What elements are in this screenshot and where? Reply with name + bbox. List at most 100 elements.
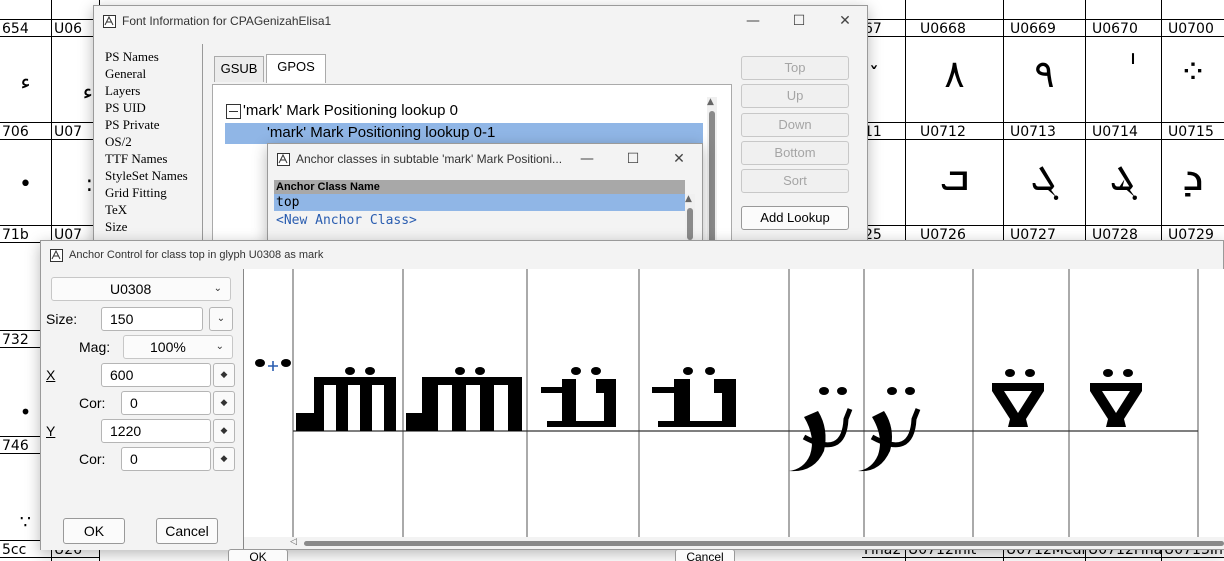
up-button[interactable]: Up (741, 84, 849, 108)
sort-button[interactable]: Sort (741, 169, 849, 193)
glyph-cell[interactable]: : (52, 172, 99, 197)
glyph-cell[interactable]: ܔ (1086, 150, 1161, 201)
minimize-button[interactable]: — (564, 144, 610, 174)
category-item[interactable]: Size (105, 218, 205, 235)
scroll-thumb[interactable] (687, 208, 693, 240)
close-button[interactable]: ✕ (822, 6, 868, 36)
tab-gpos[interactable]: GPOS (266, 54, 326, 83)
bottom-button[interactable]: Bottom (741, 141, 849, 165)
glyph-preview-shin (296, 367, 522, 431)
title-bar[interactable]: Anchor Control for class top in glyph U0… (41, 241, 1223, 269)
glyph-cell[interactable]: ܓ (1004, 150, 1085, 201)
glyph-label: U0714 (1086, 122, 1161, 140)
size-dropdown-button[interactable]: ⌄ (209, 307, 233, 331)
new-anchor-class-row[interactable]: <New Anchor Class> (274, 212, 685, 229)
app-icon (102, 14, 116, 28)
mag-select-value: 100% (150, 339, 186, 355)
size-label: Size: (46, 311, 78, 327)
column-header: Anchor Class Name (274, 180, 685, 194)
glyph-cell[interactable]: ܒ (906, 150, 1003, 201)
x-cor-stepper[interactable]: ◆ (213, 391, 235, 415)
subtable-row[interactable]: 'mark' Mark Positioning lookup 0-1 (225, 123, 703, 144)
category-item[interactable]: Layers (105, 82, 205, 99)
close-button[interactable]: ✕ (656, 144, 702, 174)
collapse-toggle-icon[interactable] (226, 104, 241, 119)
category-list: PS Names General Layers PS UID PS Privat… (105, 48, 205, 235)
cancel-button[interactable]: Cancel (156, 518, 218, 544)
category-item[interactable]: PS UID (105, 99, 205, 116)
x-cor-input[interactable]: 0 (121, 391, 211, 415)
scroll-thumb[interactable] (709, 111, 715, 247)
category-item[interactable]: PS Private (105, 116, 205, 133)
glyph-cell[interactable]: ٨ (906, 52, 1003, 96)
window-title: Font Information for CPAGenizahElisa1 (122, 14, 332, 28)
lookup-row[interactable]: 'mark' Mark Positioning lookup 0 (243, 101, 458, 121)
glyph-label: 67 (862, 19, 905, 37)
chevron-down-icon: ⌄ (213, 283, 222, 294)
glyph-preview (255, 269, 1199, 537)
scroll-left-icon[interactable]: ◁ (290, 537, 297, 547)
glyph-label: U07 (52, 122, 99, 140)
app-icon (276, 152, 290, 166)
glyph-label: U0669 (1004, 19, 1085, 37)
y-cor-label: Cor: (79, 451, 106, 467)
y-stepper[interactable]: ◆ (213, 419, 235, 443)
cancel-button[interactable]: Cancel (675, 549, 735, 561)
glyph-label: U0700 (1162, 19, 1224, 37)
maximize-button[interactable]: ☐ (776, 6, 822, 36)
glyph-preview-canvas[interactable]: ◁ (243, 269, 1224, 549)
ok-button[interactable]: OK (228, 549, 288, 561)
category-item[interactable]: OS/2 (105, 133, 205, 150)
anchor-control-window: Anchor Control for class top in glyph U0… (40, 240, 1224, 550)
minimize-button[interactable]: — (730, 6, 776, 36)
maximize-button[interactable]: ☐ (610, 144, 656, 174)
glyph-cell[interactable]: ٚ (862, 62, 905, 90)
category-item[interactable]: TTF Names (105, 150, 205, 167)
glyph-label: U0670 (1086, 19, 1161, 37)
horizontal-scrollbar[interactable]: ◁ (244, 537, 1224, 549)
glyph-label: 706 (0, 122, 51, 140)
y-cor-stepper[interactable]: ◆ (213, 447, 235, 471)
subtable-label: 'mark' Mark Positioning lookup 0-1 (267, 124, 496, 141)
x-stepper[interactable]: ◆ (213, 363, 235, 387)
mag-select[interactable]: 100% ⌄ (123, 335, 233, 359)
glyph-label: 654 (0, 19, 51, 37)
mark-preview[interactable] (255, 359, 291, 371)
category-item[interactable]: General (105, 65, 205, 82)
scroll-up-icon[interactable]: ▲ (707, 97, 714, 107)
tab-gsub[interactable]: GSUB (214, 56, 264, 82)
x-input[interactable]: 600 (101, 363, 211, 387)
glyph-cell[interactable]: ⁘ (1162, 52, 1224, 92)
scroll-thumb[interactable] (304, 541, 1224, 546)
control-panel: U0308 ⌄ Size: 150 ⌄ Mag: 100% ⌄ X 600 ◆ … (41, 269, 243, 550)
anchor-class-row-selected[interactable]: top (274, 194, 685, 211)
glyph-cell[interactable]: ٰ (1086, 52, 1161, 96)
glyph-cell[interactable]: • (0, 172, 51, 197)
category-item[interactable]: PS Names (105, 48, 205, 65)
glyph-label: U0712 (906, 122, 1003, 140)
x-cor-label: Cor: (79, 395, 106, 411)
glyph-select[interactable]: U0308 ⌄ (51, 277, 231, 301)
y-cor-input[interactable]: 0 (121, 447, 211, 471)
vertical-scrollbar[interactable]: ▲ (707, 97, 717, 247)
glyph-cell[interactable]: ء (0, 70, 51, 95)
glyph-cell[interactable]: ܕ (1162, 150, 1224, 201)
category-item[interactable]: Grid Fitting (105, 184, 205, 201)
vertical-scrollbar[interactable]: ▲ (685, 194, 695, 242)
glyph-cell[interactable]: ٩ (1004, 52, 1085, 96)
y-input[interactable]: 1220 (101, 419, 211, 443)
top-button[interactable]: Top (741, 56, 849, 80)
glyph-cell[interactable]: ء (52, 80, 99, 105)
category-item[interactable]: TeX (105, 201, 205, 218)
glyph-label: U0713 (1004, 122, 1085, 140)
glyph-select-value: U0308 (110, 281, 152, 297)
down-button[interactable]: Down (741, 113, 849, 137)
scroll-up-icon[interactable]: ▲ (685, 194, 692, 204)
add-lookup-button[interactable]: Add Lookup (741, 206, 849, 230)
glyph-label: U06 (52, 19, 99, 37)
glyph-label: U0668 (906, 19, 1003, 37)
size-input[interactable]: 150 (101, 307, 203, 331)
window-title: Anchor classes in subtable 'mark' Mark P… (296, 152, 563, 166)
category-item[interactable]: StyleSet Names (105, 167, 205, 184)
ok-button[interactable]: OK (63, 518, 125, 544)
